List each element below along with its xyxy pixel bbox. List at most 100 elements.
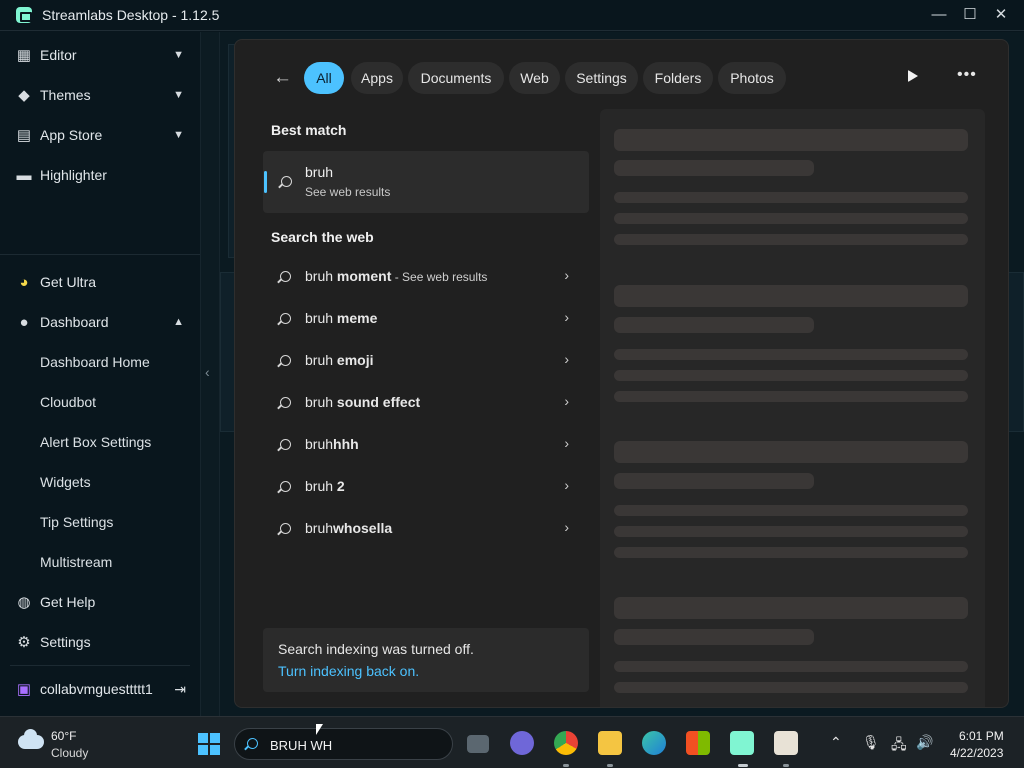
web-result-row[interactable]: bruh moment - See web results › [263, 257, 589, 297]
indexing-notice-text: Search indexing was turned off. [278, 641, 474, 657]
chevron-down-icon[interactable]: ▼ [173, 49, 184, 61]
sidebar-item-editor[interactable]: ▦ Editor ▼ [0, 37, 200, 73]
maximize-button[interactable]: ☐ [955, 4, 985, 26]
sidebar: ▦ Editor ▼ ◆ Themes ▼ ▤ App Store ▼ ▬ Hi… [0, 32, 200, 716]
sidebar-item-get-help[interactable]: ◍ Get Help [0, 584, 200, 620]
network-icon[interactable]: 🖧 [891, 734, 907, 758]
weather-condition[interactable]: Cloudy [51, 746, 88, 760]
store-icon: ▤ [16, 127, 32, 144]
sidebar-sub-cloudbot[interactable]: Cloudbot [40, 394, 96, 410]
logout-icon[interactable]: ⇥ [174, 681, 186, 698]
file-explorer-icon[interactable] [598, 731, 622, 755]
indexing-notice: Search indexing was turned off. Turn ind… [263, 628, 589, 692]
tab-folders[interactable]: Folders [643, 62, 713, 94]
streamlabs-icon[interactable] [730, 731, 754, 755]
best-match-query: bruh [305, 164, 334, 180]
cloud-icon[interactable] [18, 729, 44, 749]
chrome-icon[interactable] [554, 731, 578, 755]
tab-photos[interactable]: Photos [718, 62, 786, 94]
search-icon [280, 355, 291, 366]
gear-icon: ⚙ [17, 634, 31, 651]
sidebar-sub-multistream[interactable]: Multistream [40, 554, 112, 570]
skeleton-line [614, 661, 968, 672]
mouse-cursor-icon [316, 724, 323, 735]
best-match-heading: Best match [271, 122, 347, 138]
sidebar-item-app-store[interactable]: ▤ App Store ▼ [0, 117, 200, 153]
search-icon [280, 481, 291, 492]
tab-documents[interactable]: Documents [408, 62, 504, 94]
teams-chat-icon[interactable] [510, 731, 534, 755]
web-result-row[interactable]: bruh emoji › [263, 341, 589, 381]
taskbar-search-input[interactable] [270, 735, 440, 755]
web-result-row[interactable]: bruh sound effect › [263, 383, 589, 423]
search-icon [280, 397, 291, 408]
skeleton-line [614, 349, 968, 360]
running-indicator [607, 764, 613, 767]
skeleton-line [614, 526, 968, 537]
skeleton-line [614, 234, 968, 245]
sidebar-item-highlighter[interactable]: ▬ Highlighter [0, 157, 200, 193]
more-options-icon[interactable]: ••• [957, 66, 977, 84]
chevron-up-icon[interactable]: ▲ [173, 316, 184, 328]
sidebar-item-get-ultra[interactable]: ◕ Get Ultra [0, 264, 200, 300]
username: collabvmguesttttt1 [40, 681, 153, 697]
chevron-left-icon[interactable]: ‹ [205, 364, 210, 380]
clapperboard-icon: ▬ [16, 166, 32, 184]
tab-all[interactable]: All [304, 62, 344, 94]
best-match-subtitle: See web results [305, 185, 391, 199]
tab-settings[interactable]: Settings [565, 62, 638, 94]
skeleton-line [614, 129, 968, 151]
sidebar-sub-widgets[interactable]: Widgets [40, 474, 91, 490]
chevron-down-icon[interactable]: ▼ [173, 129, 184, 141]
sidebar-item-label: Get Help [40, 594, 96, 610]
java-icon[interactable] [774, 731, 798, 755]
task-view-icon[interactable] [467, 735, 489, 753]
web-result-row[interactable]: bruh meme › [263, 299, 589, 339]
skeleton-line [614, 441, 968, 463]
sidebar-item-dashboard[interactable]: ● Dashboard ▲ [0, 304, 200, 340]
web-result-row[interactable]: bruhwhosella › [263, 509, 589, 549]
web-result-text: bruh 2 [305, 478, 345, 494]
clock-time[interactable]: 6:01 PM [959, 729, 1004, 743]
search-icon [280, 271, 291, 282]
skeleton-line [614, 370, 968, 381]
best-match-result[interactable]: bruh See web results [263, 151, 589, 213]
sidebar-user[interactable]: ▣ collabvmguesttttt1 ⇥ [0, 671, 200, 707]
sidebar-collapse-handle[interactable]: ‹ [200, 32, 220, 716]
search-icon [280, 439, 291, 450]
tab-apps[interactable]: Apps [351, 62, 403, 94]
sidebar-sub-alert-box-settings[interactable]: Alert Box Settings [40, 434, 151, 450]
skeleton-line [614, 629, 814, 645]
skeleton-line [614, 160, 814, 176]
web-result-row[interactable]: bruh 2 › [263, 467, 589, 507]
chevron-right-icon: › [564, 519, 569, 535]
twitch-icon: ▣ [16, 681, 32, 698]
microphone-icon[interactable]: 🎙 [862, 734, 880, 751]
search-flyout: ← All Apps Documents Web Settings Folder… [234, 39, 1009, 708]
volume-icon[interactable]: 🔊 [916, 734, 933, 751]
skeleton-line [614, 505, 968, 516]
tab-web[interactable]: Web [509, 62, 560, 94]
chevron-down-icon[interactable]: ▼ [173, 89, 184, 101]
taskbar-search-box[interactable] [234, 728, 453, 760]
back-arrow-icon[interactable]: ← [273, 67, 292, 89]
turn-indexing-on-link[interactable]: Turn indexing back on. [278, 663, 419, 679]
sidebar-sub-dashboard-home[interactable]: Dashboard Home [40, 354, 150, 370]
sidebar-item-settings[interactable]: ⚙ Settings [0, 624, 200, 660]
chevron-right-icon: › [564, 351, 569, 367]
skeleton-line [614, 285, 968, 307]
start-button-icon[interactable] [198, 733, 220, 755]
show-hidden-icons-icon[interactable]: ⌃ [830, 734, 842, 751]
play-icon[interactable] [908, 70, 918, 82]
ultra-icon: ◕ [19, 273, 29, 291]
sidebar-item-themes[interactable]: ◆ Themes ▼ [0, 77, 200, 113]
close-button[interactable]: ✕ [986, 4, 1016, 26]
chevron-right-icon: › [564, 435, 569, 451]
minimize-button[interactable]: — [924, 4, 954, 26]
clock-date[interactable]: 4/22/2023 [950, 746, 1003, 760]
web-result-row[interactable]: bruhhhh › [263, 425, 589, 465]
edge-icon[interactable] [642, 731, 666, 755]
weather-temperature[interactable]: 60°F [51, 729, 76, 743]
microsoft-store-icon[interactable] [686, 731, 710, 755]
sidebar-sub-tip-settings[interactable]: Tip Settings [40, 514, 113, 530]
